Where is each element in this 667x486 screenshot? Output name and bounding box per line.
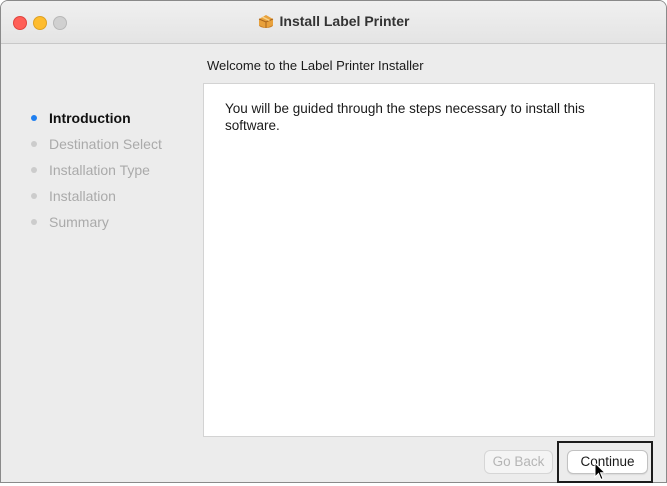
step-label: Introduction bbox=[49, 110, 131, 126]
step-dot-icon bbox=[31, 167, 37, 173]
installer-subtitle: Welcome to the Label Printer Installer bbox=[207, 58, 424, 73]
title-bar[interactable]: Install Label Printer bbox=[1, 1, 666, 44]
introduction-text: You will be guided through the steps nec… bbox=[225, 101, 585, 133]
step-label: Installation Type bbox=[49, 162, 150, 178]
installer-window: Install Label Printer Welcome to the Lab… bbox=[0, 0, 667, 483]
installer-steps: Introduction Destination Select Installa… bbox=[31, 105, 162, 235]
package-icon bbox=[258, 13, 274, 32]
current-step-dot-icon bbox=[31, 115, 37, 121]
go-back-button[interactable]: Go Back bbox=[484, 450, 553, 474]
step-installation-type: Installation Type bbox=[31, 157, 162, 183]
step-dot-icon bbox=[31, 219, 37, 225]
step-label: Installation bbox=[49, 188, 116, 204]
step-label: Destination Select bbox=[49, 136, 162, 152]
step-dot-icon bbox=[31, 193, 37, 199]
step-label: Summary bbox=[49, 214, 109, 230]
step-destination-select: Destination Select bbox=[31, 131, 162, 157]
step-summary: Summary bbox=[31, 209, 162, 235]
step-installation: Installation bbox=[31, 183, 162, 209]
step-introduction: Introduction bbox=[31, 105, 162, 131]
continue-button[interactable]: Continue bbox=[567, 450, 648, 474]
content-panel: You will be guided through the steps nec… bbox=[203, 83, 655, 437]
window-title: Install Label Printer bbox=[279, 13, 410, 29]
step-dot-icon bbox=[31, 141, 37, 147]
window-title-group: Install Label Printer bbox=[1, 13, 666, 32]
